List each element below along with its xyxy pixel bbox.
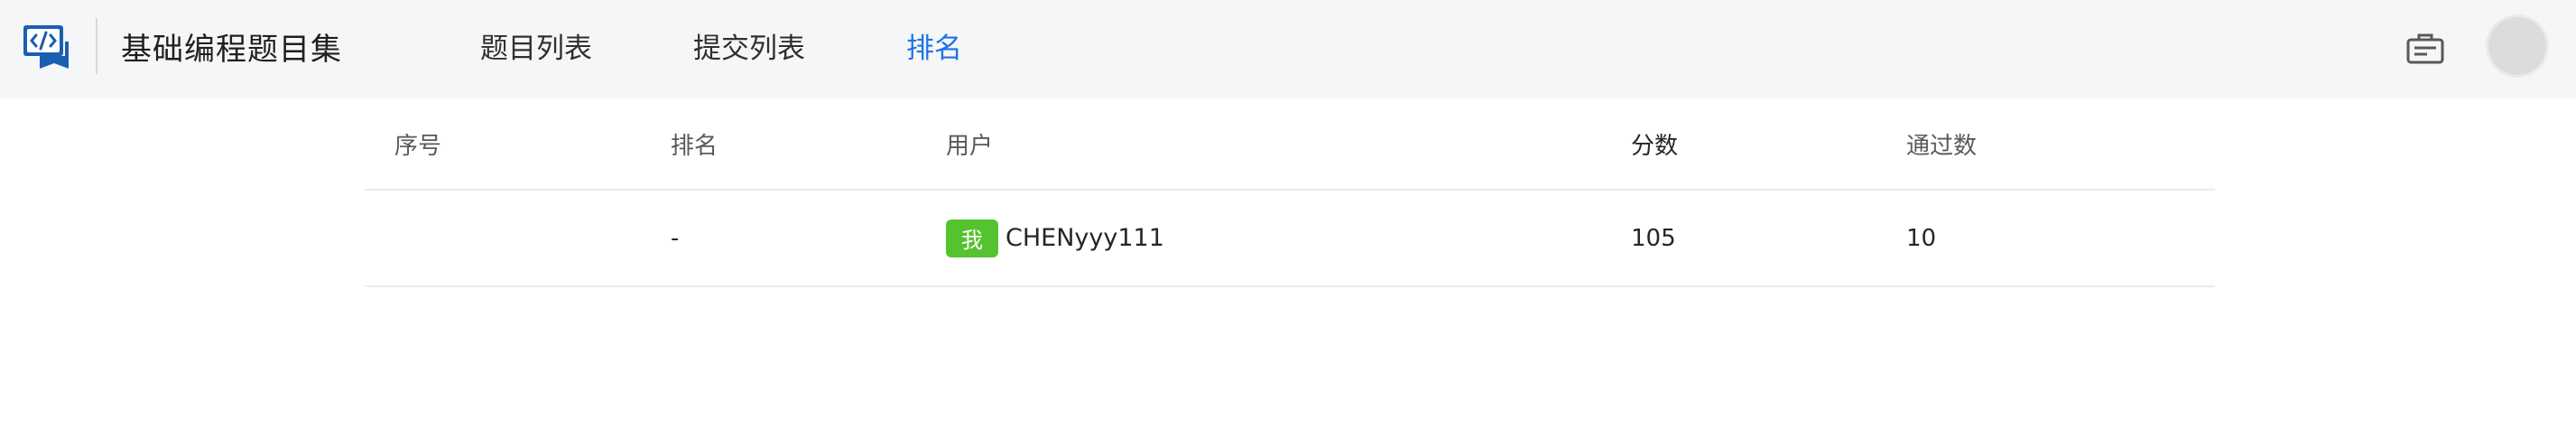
row-rank: - — [671, 224, 680, 252]
row-score: 105 — [1631, 224, 1676, 252]
site-title[interactable]: 基础编程题目集 — [121, 24, 342, 69]
inbox-icon[interactable] — [2405, 33, 2445, 65]
top-header: 基础编程题目集 题目列表 提交列表 排名 — [0, 0, 2576, 98]
avatar[interactable] — [2488, 17, 2546, 75]
nav-problem-list[interactable]: 题目列表 — [480, 0, 592, 98]
column-header-rank: 排名 — [671, 132, 718, 160]
column-header-user: 用户 — [946, 132, 994, 160]
row-passed: 10 — [1906, 224, 1937, 252]
row-user: 我 CHENyyy111 — [946, 191, 1164, 285]
ranking-table: 序号 排名 用户 分数 通过数 - 我 CHENyyy111 105 10 — [365, 98, 2215, 287]
table-header: 序号 排名 用户 分数 通过数 — [365, 98, 2215, 191]
nav-ranking[interactable]: 排名 — [906, 0, 962, 98]
code-book-icon — [23, 25, 69, 69]
column-header-passed: 通过数 — [1906, 132, 1978, 160]
main-nav: 题目列表 提交列表 排名 — [480, 0, 1063, 98]
nav-submission-list[interactable]: 提交列表 — [693, 0, 805, 98]
column-header-score[interactable]: 分数 — [1631, 98, 1678, 189]
column-header-index: 序号 — [394, 132, 442, 160]
table-row: - 我 CHENyyy111 105 10 — [365, 191, 2215, 287]
brand[interactable]: 基础编程题目集 — [22, 14, 342, 78]
me-badge: 我 — [946, 219, 998, 257]
brand-divider — [96, 18, 97, 74]
username[interactable]: CHENyyy111 — [1005, 224, 1164, 252]
